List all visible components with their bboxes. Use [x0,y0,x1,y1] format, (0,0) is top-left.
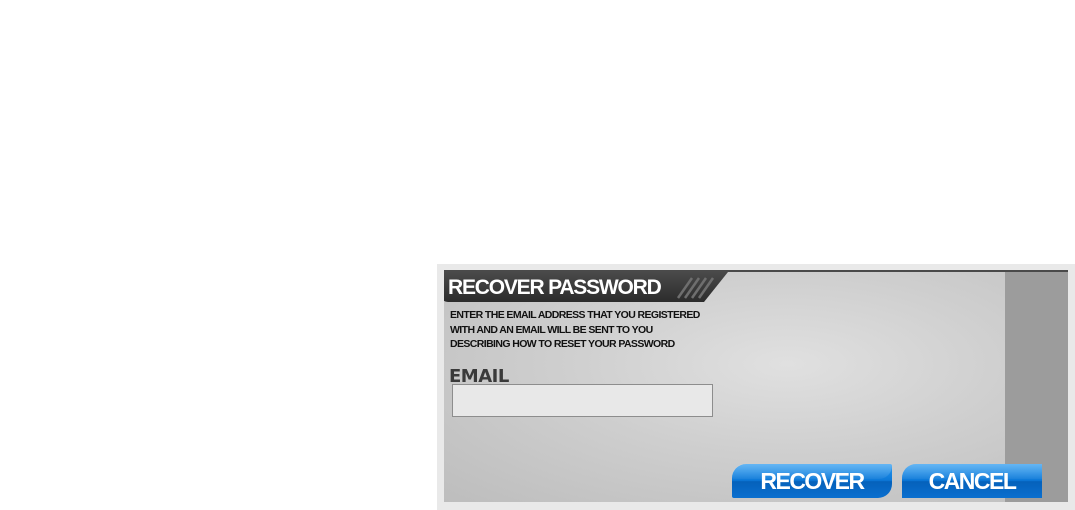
instructions-line: DESCRIBING HOW TO RESET YOUR PASSWORD [450,338,675,350]
page: RECOVER PASSWORD ENTER THE EMAIL ADDRESS… [0,0,1075,510]
email-field[interactable] [452,384,713,417]
instructions-text: ENTER THE EMAIL ADDRESS THAT YOU REGISTE… [450,308,730,352]
recover-button[interactable]: RECOVER [732,464,892,498]
cancel-button[interactable]: CANCEL [902,464,1042,498]
dialog-title: RECOVER PASSWORD [448,276,662,299]
title-ribbon: RECOVER PASSWORD [444,272,730,302]
instructions-line: ENTER THE EMAIL ADDRESS THAT YOU REGISTE… [450,309,700,321]
cancel-button-label: CANCEL [928,468,1017,494]
instructions-line: WITH AND AN EMAIL WILL BE SENT TO YOU [450,323,653,336]
recover-button-label: RECOVER [760,468,865,494]
recover-password-dialog: RECOVER PASSWORD ENTER THE EMAIL ADDRESS… [444,270,1068,502]
